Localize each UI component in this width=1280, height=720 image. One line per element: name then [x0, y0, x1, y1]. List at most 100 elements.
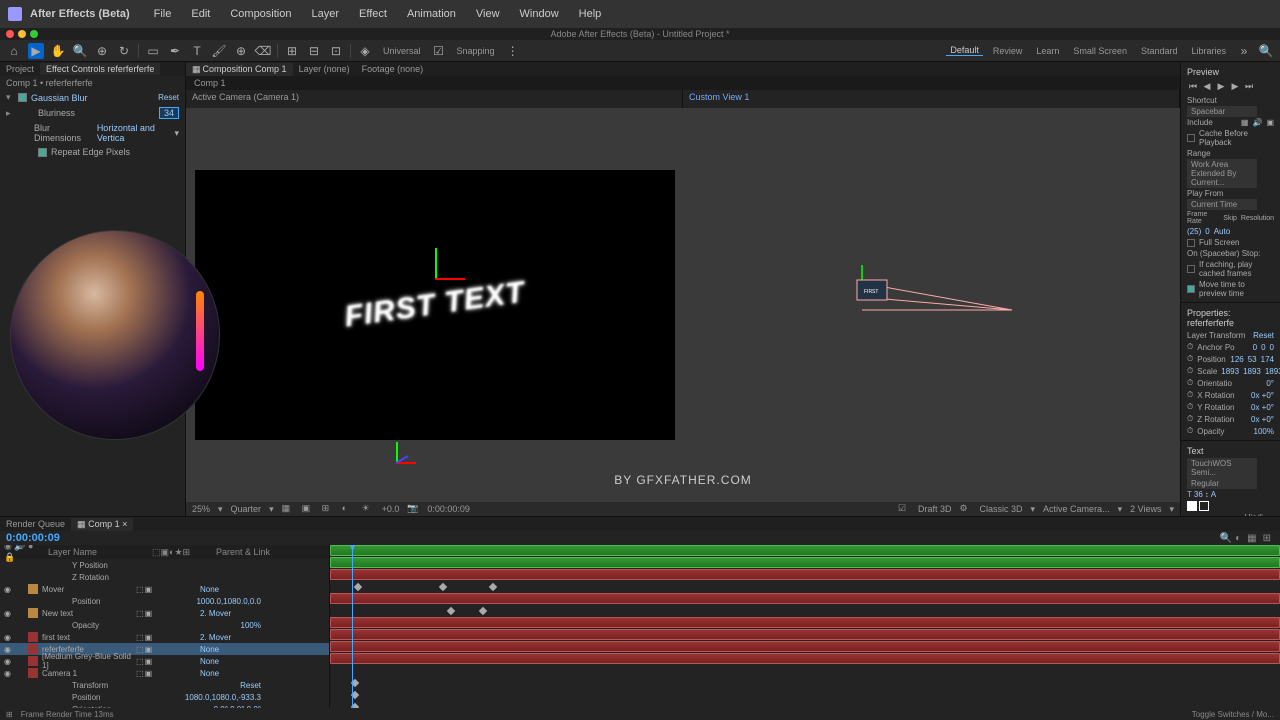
zoom-dropdown[interactable]: 25% [192, 504, 210, 514]
mask-icon[interactable]: ▣ [302, 503, 314, 515]
layer-bar[interactable] [330, 569, 1280, 580]
parent-dropdown[interactable]: None [200, 645, 260, 654]
shy-icon[interactable]: ⬚ [136, 585, 144, 594]
timeline-layer-row[interactable]: Y Position [0, 559, 329, 571]
3d-settings-icon[interactable]: ⚙ [960, 503, 972, 515]
layer-bar[interactable] [330, 557, 1280, 568]
fx-enable-checkbox[interactable] [18, 93, 27, 102]
leading-icon[interactable]: ↕ [1205, 490, 1209, 499]
layer-color-swatch[interactable] [28, 656, 38, 666]
workspace-learn[interactable]: Learn [1032, 46, 1063, 56]
axis-world-icon[interactable]: ⊟ [306, 43, 322, 59]
layer-bar[interactable] [330, 617, 1280, 628]
shape-tool-icon[interactable]: ▭ [145, 43, 161, 59]
snap-opts-icon[interactable]: ⋮ [505, 43, 521, 59]
stopwatch-icon[interactable]: ⏱ [1187, 342, 1193, 352]
shy-icon[interactable]: ⬚ [136, 645, 144, 654]
track-row[interactable] [330, 677, 1280, 689]
track-row[interactable] [330, 701, 1280, 708]
font-style-dropdown[interactable]: Regular [1187, 478, 1257, 489]
playfrom-dropdown[interactable]: Current Time [1187, 199, 1257, 210]
track-row[interactable] [330, 593, 1280, 605]
snap-checkbox[interactable]: ☑ [431, 43, 447, 59]
timeline-layer-row[interactable]: Z Rotation [0, 571, 329, 583]
layer-prop-value[interactable]: 100% [241, 621, 261, 630]
shy-icon[interactable]: ⬚ [136, 609, 144, 618]
eye-icon[interactable]: ◉ [4, 645, 11, 654]
fill-color-swatch[interactable] [1187, 501, 1197, 511]
resolution-value[interactable]: Auto [1214, 227, 1230, 236]
eye-icon[interactable]: ◉ [4, 657, 11, 666]
axis-view-icon[interactable]: ⊡ [328, 43, 344, 59]
parent-dropdown[interactable]: 2. Mover [200, 609, 260, 618]
stopwatch-icon[interactable]: ⏱ [1187, 426, 1193, 436]
font-size-value[interactable]: 36 [1194, 490, 1203, 499]
fullscreen-checkbox[interactable] [1187, 239, 1195, 247]
search-layer-icon[interactable]: 🔍 [1220, 533, 1232, 544]
dropdown-icon[interactable]: ▾ [1031, 504, 1036, 515]
prop-value[interactable]: 53 [1248, 355, 1257, 364]
menu-help[interactable]: Help [571, 4, 610, 24]
layer-bar[interactable] [330, 653, 1280, 664]
keyframe-icon[interactable] [489, 583, 497, 591]
menu-view[interactable]: View [468, 4, 508, 24]
disclosure-icon[interactable]: ▸ [6, 108, 14, 119]
menu-animation[interactable]: Animation [399, 4, 464, 24]
workspace-default[interactable]: Default [946, 45, 983, 56]
minimize-window-icon[interactable] [18, 30, 26, 38]
prop-value[interactable]: 126 [1230, 355, 1243, 364]
eraser-tool-icon[interactable]: ⌫ [255, 43, 271, 59]
timeline-layer-row[interactable]: Position1080.0,1080.0,-933.3 [0, 691, 329, 703]
track-row[interactable] [330, 689, 1280, 701]
timeline-layer-row[interactable]: TransformReset [0, 679, 329, 691]
layer-bar[interactable] [330, 641, 1280, 652]
timeline-layer-row[interactable]: ◉first text⬚▣2. Mover [0, 631, 329, 643]
stopwatch-icon[interactable]: ⏱ [1187, 378, 1193, 388]
track-row[interactable] [330, 629, 1280, 641]
keyframe-icon[interactable] [439, 583, 447, 591]
close-window-icon[interactable] [6, 30, 14, 38]
stopwatch-icon[interactable]: ⏱ [1187, 390, 1193, 400]
eye-icon[interactable]: ◉ [4, 609, 11, 618]
repeat-edge-checkbox[interactable] [38, 148, 47, 157]
track-row[interactable] [330, 653, 1280, 665]
keyframe-icon[interactable] [354, 583, 362, 591]
prop-value[interactable]: 0 [1261, 343, 1265, 352]
home-icon[interactable]: ⌂ [6, 43, 22, 59]
track-row[interactable] [330, 545, 1280, 557]
layer-color-swatch[interactable] [28, 668, 38, 678]
prop-value[interactable]: 0° [1266, 379, 1274, 388]
clone-tool-icon[interactable]: ⊕ [233, 43, 249, 59]
parent-dropdown[interactable]: None [200, 657, 260, 666]
layer-color-swatch[interactable] [28, 644, 38, 654]
timeline-tracks[interactable] [330, 545, 1280, 708]
stopwatch-icon[interactable]: ⏱ [1187, 366, 1193, 376]
next-frame-icon[interactable]: ▶ [1229, 81, 1241, 93]
snapshot-icon[interactable]: 📷 [407, 503, 419, 515]
tab-composition[interactable]: Composition Comp 1 [203, 64, 287, 75]
workspace-libraries[interactable]: Libraries [1187, 46, 1230, 56]
menu-window[interactable]: Window [512, 4, 567, 24]
dropdown-icon[interactable]: ▾ [1169, 504, 1174, 515]
track-row[interactable] [330, 641, 1280, 653]
first-frame-icon[interactable]: ⏮ [1187, 81, 1199, 93]
prev-frame-icon[interactable]: ◀ [1201, 81, 1213, 93]
layer-prop-value[interactable]: 1000.0,1080.0,0.0 [196, 597, 261, 606]
play-icon[interactable]: ▶ [1215, 81, 1227, 93]
timeline-timecode[interactable]: 0:00:00:09 [6, 532, 60, 544]
universal-label[interactable]: Universal [379, 46, 425, 56]
stroke-color-swatch[interactable] [1199, 501, 1209, 511]
exposure-icon[interactable]: ☀ [362, 503, 374, 515]
pen-tool-icon[interactable]: ✒ [167, 43, 183, 59]
parent-dropdown[interactable]: 2. Mover [200, 633, 260, 642]
range-dropdown[interactable]: Work Area Extended By Current... [1187, 159, 1257, 188]
views-dropdown[interactable]: 2 Views [1130, 504, 1161, 514]
zoom-tool-icon[interactable]: 🔍 [72, 43, 88, 59]
prop-value[interactable]: 0x +0° [1251, 415, 1274, 424]
timeline-layer-row[interactable]: Opacity100% [0, 619, 329, 631]
stop1-checkbox[interactable] [1187, 265, 1195, 273]
workspace-more-icon[interactable]: » [1236, 43, 1252, 59]
hand-tool-icon[interactable]: ✋ [50, 43, 66, 59]
keyframe-icon[interactable] [447, 607, 455, 615]
tl-opts-icon[interactable]: ⊞ [6, 710, 13, 719]
